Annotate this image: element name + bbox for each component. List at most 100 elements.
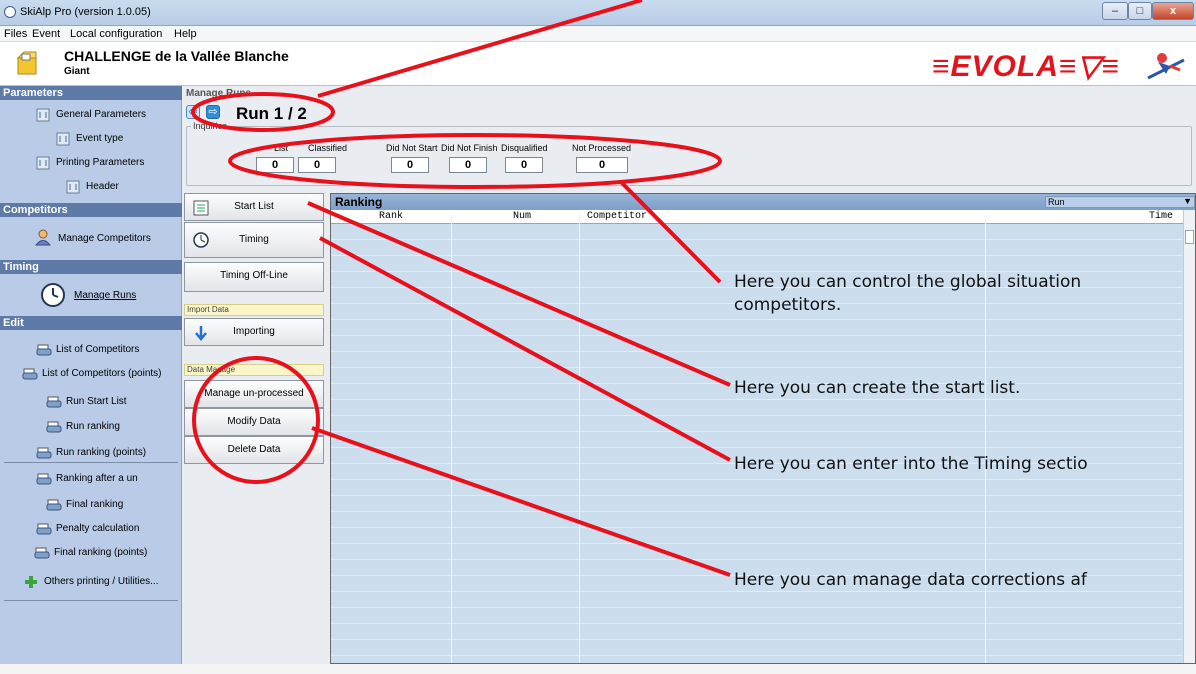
evola-logo: ≡EVOLA≡▽≡ (932, 50, 1120, 83)
event-header: CHALLENGE de la Vallée Blanche Giant ≡EV… (0, 42, 1196, 86)
ranking-title: Ranking (335, 195, 383, 209)
next-run-button[interactable]: ⇨ (206, 105, 220, 119)
disqualified-count: 0 (505, 157, 543, 173)
column-num[interactable]: Num (513, 211, 531, 222)
sidebar-item-edit[interactable]: Run ranking (points) (56, 447, 146, 458)
printing-parameters-icon (36, 156, 50, 170)
printer-icon (46, 420, 62, 434)
sidebar-item-header[interactable]: Header (86, 181, 119, 192)
annotation-timing: Here you can enter into the Timing secti… (734, 454, 1088, 474)
sidebar-item-edit[interactable]: Run Start List (66, 396, 127, 407)
delete-data-button[interactable]: Delete Data (184, 436, 324, 464)
manage-unprocessed-label: Manage un-processed (204, 388, 304, 399)
printer-icon (36, 472, 52, 486)
printer-icon (34, 546, 50, 560)
inquiries-panel: Inquiries (186, 121, 1192, 186)
competitors-icon (34, 228, 52, 246)
header-icon (66, 180, 80, 194)
timing-offline-button[interactable]: Timing Off-Line (184, 262, 324, 292)
did-not-start-count: 0 (391, 157, 429, 173)
menu-local-configuration[interactable]: Local configuration (70, 28, 162, 40)
header-did-not-start: Did Not Start (386, 143, 438, 153)
chevron-down-icon: ▼ (1183, 196, 1192, 206)
ranking-scrollbar[interactable] (1183, 210, 1195, 663)
inquiries-legend: Inquiries (191, 121, 230, 131)
sidebar-item-manage-competitors[interactable]: Manage Competitors (58, 233, 151, 244)
column-divider (579, 210, 580, 663)
ranking-run-select[interactable]: Run ▼ (1045, 196, 1195, 208)
printer-icon (36, 522, 52, 536)
menu-event[interactable]: Event (32, 28, 60, 40)
printer-icon (36, 446, 52, 460)
printer-icon (46, 395, 62, 409)
column-time[interactable]: Time (1149, 211, 1173, 222)
importing-label: Importing (233, 326, 275, 337)
skier-mascot-icon (1147, 53, 1185, 80)
importing-button[interactable]: Importing (184, 318, 324, 346)
ranking-grid[interactable]: Ranking Run ▼ Rank Num Competitor Time (330, 193, 1196, 664)
sidebar-item-general-parameters[interactable]: General Parameters (56, 109, 146, 120)
data-manage-group-label: Data Manage (184, 364, 324, 376)
sidebar-item-edit[interactable]: List of Competitors (56, 344, 139, 355)
manage-unprocessed-button[interactable]: Manage un-processed (184, 380, 324, 408)
ranking-header-bar: Ranking Run ▼ (331, 194, 1195, 210)
menu-help[interactable]: Help (174, 28, 197, 40)
status-strip (0, 664, 1196, 674)
section-competitors: Competitors (0, 203, 182, 217)
section-edit: Edit (0, 316, 182, 330)
section-parameters: Parameters (0, 86, 182, 100)
not-processed-count: 0 (576, 157, 628, 173)
sidebar-item-printing-parameters[interactable]: Printing Parameters (56, 157, 144, 168)
parameters-icon (36, 108, 50, 122)
maximize-button[interactable]: □ (1128, 2, 1152, 20)
annotation-global-line1: Here you can control the global situatio… (734, 272, 1082, 292)
event-subtitle: Giant (64, 66, 90, 77)
timing-label: Timing (239, 234, 269, 245)
printer-icon (46, 498, 62, 512)
app-clock-icon (4, 6, 16, 18)
plus-icon (24, 575, 38, 589)
header-disqualified: Disqualified (501, 143, 548, 153)
classified-count: 0 (298, 157, 336, 173)
scrollbar-thumb[interactable] (1185, 230, 1194, 244)
close-button[interactable]: x (1152, 2, 1194, 20)
timing-offline-label: Timing Off-Line (220, 270, 288, 281)
start-list-label: Start List (234, 201, 274, 212)
run-title: Run 1 / 2 (236, 104, 307, 123)
sidebar-item-manage-runs[interactable]: Manage Runs (74, 290, 136, 301)
sidebar-divider (4, 462, 178, 463)
sidebar-item-edit[interactable]: Final ranking (66, 499, 123, 510)
ranking-column-headers: Rank Num Competitor Time (331, 210, 1183, 224)
column-divider (451, 210, 452, 663)
prev-run-button[interactable]: ⇦ (186, 105, 200, 119)
event-type-icon (56, 132, 70, 146)
printer-icon (22, 367, 38, 381)
sidebar-item-edit[interactable]: Ranking after a un (56, 473, 138, 484)
section-timing: Timing (0, 260, 182, 274)
annotation-data: Here you can manage data corrections af (734, 570, 1087, 590)
column-competitor[interactable]: Competitor (587, 211, 647, 222)
start-list-button[interactable]: Start List (184, 193, 324, 221)
modify-data-button[interactable]: Modify Data (184, 408, 324, 436)
sidebar-item-edit[interactable]: Final ranking (points) (54, 547, 147, 558)
timing-button[interactable]: Timing (184, 222, 324, 258)
sidebar-divider (4, 600, 178, 601)
header-list: List (274, 143, 289, 153)
modify-data-label: Modify Data (227, 416, 281, 427)
minimize-button[interactable]: – (1102, 2, 1128, 20)
page-title: Manage Runs (186, 88, 252, 99)
column-rank[interactable]: Rank (379, 211, 403, 222)
sidebar-item-event-type[interactable]: Event type (76, 133, 123, 144)
delete-data-label: Delete Data (227, 444, 281, 455)
sidebar-item-edit[interactable]: Others printing / Utilities... (44, 576, 158, 587)
download-arrow-icon (195, 326, 207, 341)
header-classified: Classified (308, 143, 348, 153)
sidebar-item-edit[interactable]: Penalty calculation (56, 523, 139, 534)
menu-files[interactable]: Files (4, 28, 27, 40)
sidebar-item-edit[interactable]: Run ranking (66, 421, 120, 432)
title-bar: SkiAlp Pro (version 1.0.05) – □ x (0, 0, 1196, 26)
sidebar-item-edit[interactable]: List of Competitors (points) (42, 368, 162, 379)
annotation-global-line2: competitors. (734, 295, 842, 315)
ranking-select-value: Run (1048, 197, 1065, 207)
header-did-not-finish: Did Not Finish (441, 143, 498, 153)
